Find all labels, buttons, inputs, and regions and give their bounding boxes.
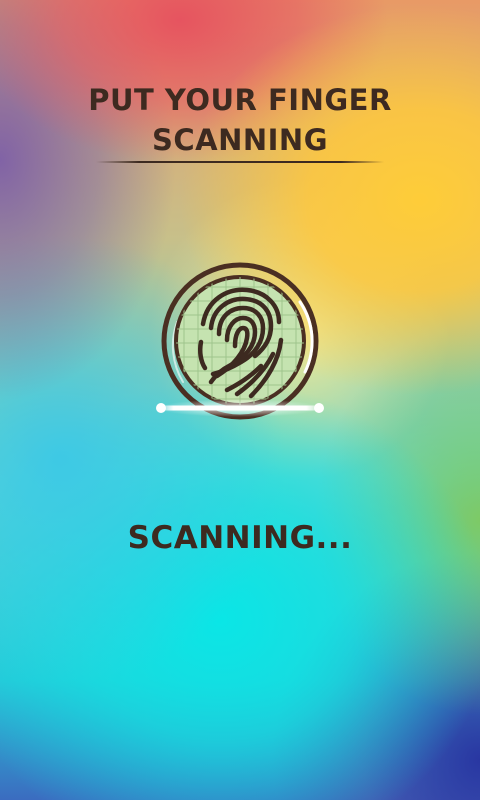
scan-line-right-cap — [314, 403, 324, 413]
scan-status-text: SCANNING... — [127, 520, 353, 556]
fingerprint-scanner[interactable] — [155, 262, 325, 422]
page-title-line-1: PUT YOUR FINGER — [88, 83, 392, 117]
page-title-line-2: SCANNING — [151, 123, 329, 157]
fingerprint-icon[interactable] — [155, 262, 325, 422]
title-divider — [96, 161, 384, 163]
fingerprint-scan-screen: PUT YOUR FINGER SCANNING SCANNING... — [0, 0, 480, 800]
scan-line-left-cap — [156, 403, 166, 413]
page-title: PUT YOUR FINGER SCANNING — [0, 80, 480, 160]
scan-line-icon — [157, 405, 323, 411]
